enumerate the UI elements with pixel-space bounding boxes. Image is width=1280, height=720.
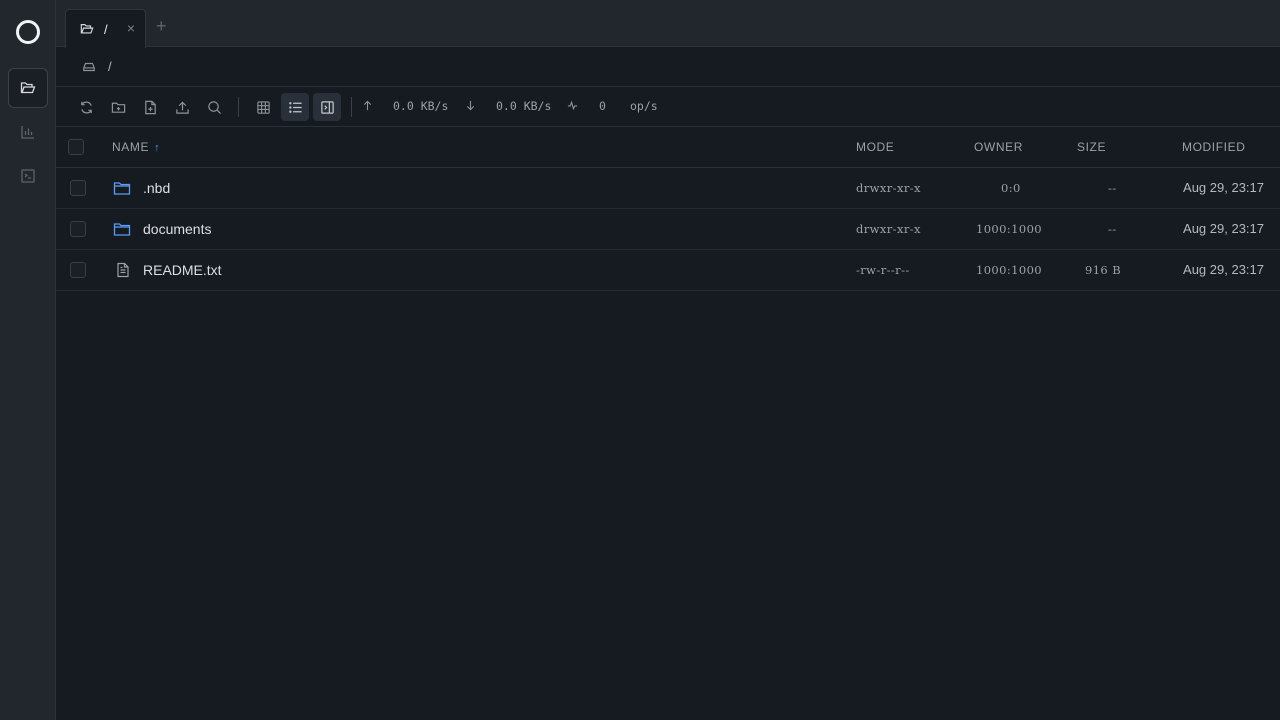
upload-rate: 0.0 KB/s xyxy=(393,99,449,113)
list-icon xyxy=(288,101,302,113)
new-folder-button[interactable] xyxy=(104,93,132,121)
file-modified: Aug 29, 23:17 xyxy=(1183,180,1264,195)
upload-button[interactable] xyxy=(168,93,196,121)
download-rate: 0.0 KB/s xyxy=(496,99,552,113)
panel-right-icon xyxy=(320,100,334,114)
file-mode: -rw-r--r-- xyxy=(856,263,910,277)
grid-icon xyxy=(256,100,270,114)
grid-view-button[interactable] xyxy=(249,93,277,121)
file-mode: drwxr-xr-x xyxy=(856,181,921,195)
drive-icon xyxy=(83,62,95,71)
folder-open-icon xyxy=(80,24,94,34)
arrow-up-icon xyxy=(363,100,372,111)
table-header: NAME ↑ MODE OWNER SIZE MODIFIED xyxy=(56,127,1280,168)
row-checkbox[interactable] xyxy=(70,262,86,278)
files-nav-button[interactable] xyxy=(8,68,48,108)
folder-plus-icon xyxy=(111,102,125,113)
file-mode: drwxr-xr-x xyxy=(856,222,921,236)
file-size: -- xyxy=(1108,222,1117,236)
row-checkbox[interactable] xyxy=(70,180,86,196)
file-name[interactable]: documents xyxy=(143,221,211,237)
ops-unit: op/s xyxy=(630,99,658,113)
table-row[interactable]: documents drwxr-xr-x 1000:1000 -- Aug 29… xyxy=(56,209,1280,250)
refresh-button[interactable] xyxy=(72,93,100,121)
list-view-button[interactable] xyxy=(281,93,309,121)
file-name[interactable]: .nbd xyxy=(143,180,170,196)
file-name[interactable]: README.txt xyxy=(143,262,222,278)
app-logo xyxy=(16,20,40,44)
column-header-mode[interactable]: MODE xyxy=(856,140,894,154)
new-file-button[interactable] xyxy=(136,93,164,121)
upload-icon xyxy=(175,100,189,114)
tab-label: / xyxy=(104,21,108,37)
preview-panel-toggle[interactable] xyxy=(313,93,341,121)
file-owner: 0:0 xyxy=(1001,181,1021,195)
select-all-checkbox[interactable] xyxy=(68,139,84,155)
folder-icon xyxy=(113,223,131,236)
folder-icon xyxy=(113,182,131,195)
breadcrumb-root[interactable]: / xyxy=(108,59,112,74)
add-tab-button[interactable]: + xyxy=(156,16,167,37)
toolbar-divider xyxy=(238,97,239,117)
activity-icon xyxy=(567,100,578,111)
row-checkbox[interactable] xyxy=(70,221,86,237)
file-owner: 1000:1000 xyxy=(976,222,1043,236)
column-header-name[interactable]: NAME ↑ xyxy=(112,140,160,154)
sort-ascending-icon: ↑ xyxy=(154,142,161,154)
breadcrumb: / xyxy=(56,47,1280,87)
column-name-label: NAME xyxy=(112,140,150,154)
search-icon xyxy=(207,100,221,114)
file-text-icon xyxy=(117,262,129,278)
table-row[interactable]: README.txt -rw-r--r-- 1000:1000 916 B Au… xyxy=(56,250,1280,291)
sidebar-rail xyxy=(0,0,56,720)
file-size: -- xyxy=(1108,181,1117,195)
file-owner: 1000:1000 xyxy=(976,263,1043,277)
file-size: 916 B xyxy=(1085,263,1122,277)
stats-nav-button[interactable] xyxy=(8,112,48,152)
folder-open-icon xyxy=(20,82,36,94)
column-header-size[interactable]: SIZE xyxy=(1077,140,1106,154)
column-header-owner[interactable]: OWNER xyxy=(974,140,1023,154)
column-header-modified[interactable]: MODIFIED xyxy=(1182,140,1245,154)
search-button[interactable] xyxy=(200,93,228,121)
refresh-icon xyxy=(80,100,92,114)
file-plus-icon xyxy=(144,100,156,114)
tab-bar: / × + xyxy=(56,0,1280,48)
toolbar-divider xyxy=(351,97,352,117)
close-icon[interactable]: × xyxy=(127,20,135,36)
bar-chart-icon xyxy=(21,126,34,139)
terminal-icon xyxy=(21,169,35,183)
terminal-nav-button[interactable] xyxy=(8,156,48,196)
table-row[interactable]: .nbd drwxr-xr-x 0:0 -- Aug 29, 23:17 xyxy=(56,168,1280,209)
file-modified: Aug 29, 23:17 xyxy=(1183,221,1264,236)
file-modified: Aug 29, 23:17 xyxy=(1183,262,1264,277)
arrow-down-icon xyxy=(466,100,475,111)
tab-root[interactable]: / × xyxy=(65,9,146,48)
ops-count: 0 xyxy=(599,99,606,113)
toolbar: 0.0 KB/s 0.0 KB/s 0 op/s xyxy=(56,87,1280,127)
